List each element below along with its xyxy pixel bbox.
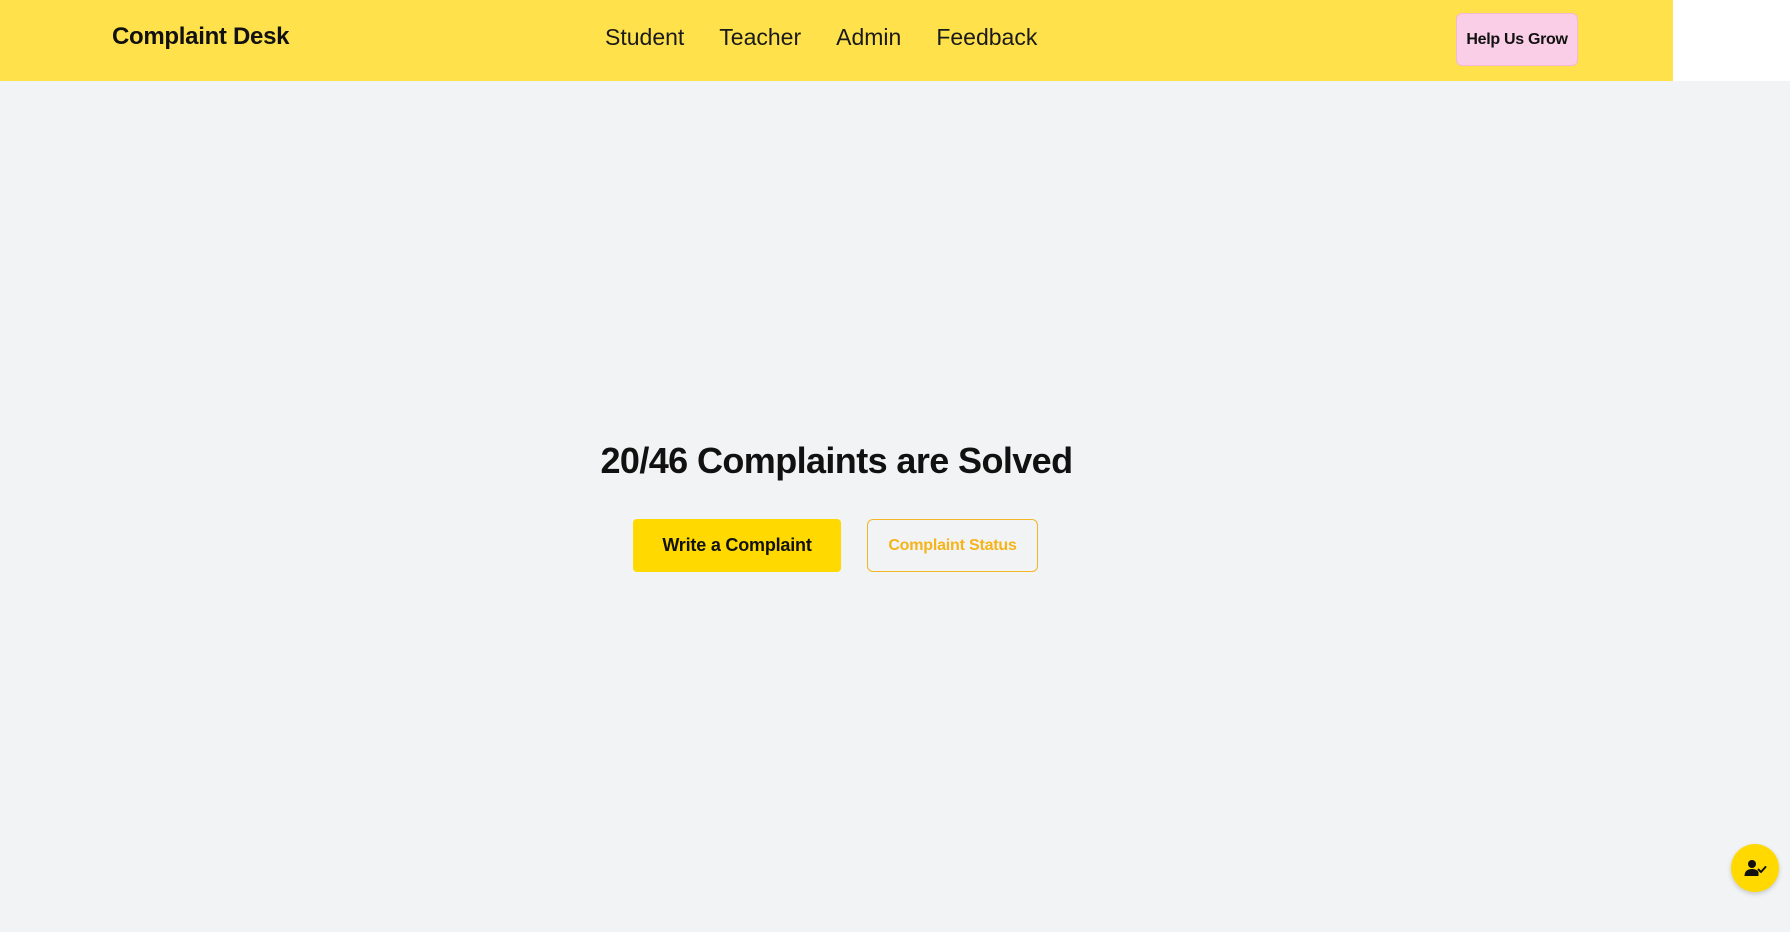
complaint-status-button[interactable]: Complaint Status	[867, 519, 1038, 572]
nav-link-admin[interactable]: Admin	[836, 24, 901, 51]
main-nav: Student Teacher Admin Feedback	[605, 24, 1037, 51]
nav-link-student[interactable]: Student	[605, 24, 684, 51]
nav-link-feedback[interactable]: Feedback	[936, 24, 1037, 51]
floating-action-button[interactable]	[1731, 844, 1779, 892]
complaints-solved-heading: 20/46 Complaints are Solved	[600, 440, 1074, 481]
write-complaint-button[interactable]: Write a Complaint	[633, 519, 841, 572]
top-navbar: Complaint Desk Student Teacher Admin Fee…	[0, 0, 1673, 81]
page: Complaint Desk Student Teacher Admin Fee…	[0, 0, 1790, 932]
help-us-grow-button[interactable]: Help Us Grow	[1456, 13, 1578, 66]
nav-link-teacher[interactable]: Teacher	[719, 24, 801, 51]
user-check-icon	[1744, 860, 1767, 876]
header-right-strip	[1673, 0, 1790, 81]
brand-logo[interactable]: Complaint Desk	[112, 23, 289, 51]
